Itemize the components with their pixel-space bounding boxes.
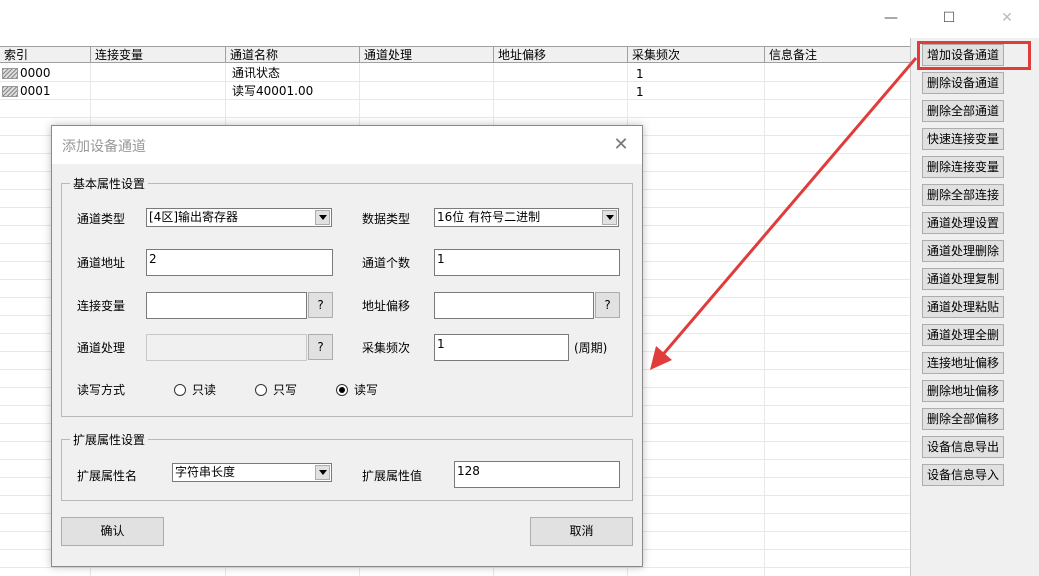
cell-channel-name: 通讯状态 — [232, 66, 281, 80]
address-offset-browse-button[interactable]: ? — [595, 292, 620, 318]
close-icon: ✕ — [1001, 10, 1013, 26]
add-channel-dialog: 添加设备通道 ✕ 基本属性设置 通道类型 [4区]输出寄存器 数据类型 16位 … — [51, 125, 643, 567]
data-type-value: 16位 有符号二进制 — [437, 210, 541, 224]
radio-checked-icon — [336, 384, 348, 396]
radio-unchecked-icon — [255, 384, 267, 396]
data-type-select[interactable]: 16位 有符号二进制 — [434, 208, 619, 227]
channel-type-select[interactable]: [4区]输出寄存器 — [146, 208, 332, 227]
main-window: — ☐ ✕ 索引 连接变量 通道名称 通道处理 地址偏移 采集频次 信息备注 0… — [0, 0, 1039, 576]
acquisition-frequency-label: 采集频次 — [362, 341, 411, 355]
channel-address-label: 通道地址 — [77, 256, 126, 270]
dialog-title: 添加设备通道 — [62, 139, 146, 155]
channel-proc-settings-button[interactable]: 通道处理设置 — [922, 212, 1004, 234]
channel-processing-field — [146, 334, 307, 361]
cell-index: 0000 — [20, 66, 51, 80]
delete-channel-button[interactable]: 删除设备通道 — [922, 72, 1004, 94]
cell-channel-name: 读写40001.00 — [232, 84, 314, 98]
delete-all-offsets-button[interactable]: 删除全部偏移 — [922, 408, 1004, 430]
channel-proc-delete-all-button[interactable]: 通道处理全删 — [922, 324, 1004, 346]
delete-addr-offset-button[interactable]: 删除地址偏移 — [922, 380, 1004, 402]
close-button[interactable]: ✕ — [984, 4, 1030, 32]
cancel-button[interactable]: 取消 — [530, 517, 633, 546]
export-device-info-button[interactable]: 设备信息导出 — [922, 436, 1004, 458]
channel-type-label: 通道类型 — [77, 212, 126, 226]
cell-freq: 1 — [636, 85, 644, 99]
import-device-info-button[interactable]: 设备信息导入 — [922, 464, 1004, 486]
extended-properties-title: 扩展属性设置 — [70, 431, 149, 448]
channel-type-value: [4区]输出寄存器 — [149, 210, 238, 224]
delete-link-var-button[interactable]: 删除连接变量 — [922, 156, 1004, 178]
channel-count-label: 通道个数 — [362, 256, 411, 270]
radio-write-only[interactable]: 只写 — [255, 382, 297, 398]
title-bar: — ☐ ✕ — [0, 0, 1039, 38]
channel-processing-label: 通道处理 — [77, 341, 126, 355]
data-type-label: 数据类型 — [362, 212, 411, 226]
extended-property-value-label: 扩展属性值 — [362, 469, 423, 483]
basic-properties-group: 基本属性设置 通道类型 [4区]输出寄存器 数据类型 16位 有符号二进制 通道… — [61, 175, 633, 417]
chevron-down-icon — [315, 210, 330, 225]
acquisition-frequency-field[interactable]: 1 — [434, 334, 569, 361]
address-offset-label: 地址偏移 — [362, 299, 411, 313]
dialog-close-button[interactable]: ✕ — [608, 132, 634, 158]
extended-property-name-label: 扩展属性名 — [77, 469, 138, 483]
delete-all-links-button[interactable]: 删除全部连接 — [922, 184, 1004, 206]
radio-read-write[interactable]: 读写 — [336, 382, 378, 398]
channel-proc-paste-button[interactable]: 通道处理粘贴 — [922, 296, 1004, 318]
column-header-note[interactable]: 信息备注 — [765, 47, 910, 63]
link-variable-browse-button[interactable]: ? — [308, 292, 333, 318]
column-header-freq[interactable]: 采集频次 — [628, 47, 765, 63]
channel-proc-copy-button[interactable]: 通道处理复制 — [922, 268, 1004, 290]
cell-index: 0001 — [20, 84, 51, 98]
channel-processing-browse-button[interactable]: ? — [308, 334, 333, 360]
extended-property-name-value: 字符串长度 — [175, 465, 236, 479]
link-variable-label: 连接变量 — [77, 299, 126, 313]
maximize-button[interactable]: ☐ — [926, 4, 972, 32]
address-offset-field[interactable] — [434, 292, 594, 319]
delete-all-channels-button[interactable]: 删除全部通道 — [922, 100, 1004, 122]
extended-properties-group: 扩展属性设置 扩展属性名 字符串长度 扩展属性值 128 — [61, 431, 633, 501]
column-header-channel-proc[interactable]: 通道处理 — [360, 47, 494, 63]
quick-link-var-button[interactable]: 快速连接变量 — [922, 128, 1004, 150]
basic-properties-title: 基本属性设置 — [70, 175, 149, 192]
channel-address-field[interactable]: 2 — [146, 249, 333, 276]
extended-property-name-select[interactable]: 字符串长度 — [172, 463, 332, 482]
extended-property-value-field[interactable]: 128 — [454, 461, 620, 488]
chevron-down-icon — [315, 465, 330, 480]
radio-unchecked-icon — [174, 384, 186, 396]
cell-freq: 1 — [636, 67, 644, 81]
radio-read-write-label: 读写 — [354, 383, 379, 397]
side-panel: 增加设备通道 删除设备通道 删除全部通道 快速连接变量 删除连接变量 删除全部连… — [910, 38, 1039, 576]
frequency-unit-label: (周期) — [574, 341, 608, 355]
close-icon: ✕ — [613, 134, 629, 155]
minimize-icon: — — [884, 10, 898, 26]
maximize-icon: ☐ — [942, 10, 956, 26]
read-write-mode-label: 读写方式 — [77, 383, 126, 397]
annotation-highlight-box — [917, 41, 1031, 70]
table-header: 索引 连接变量 通道名称 通道处理 地址偏移 采集频次 信息备注 — [0, 46, 910, 63]
channel-proc-delete-button[interactable]: 通道处理删除 — [922, 240, 1004, 262]
radio-read-only[interactable]: 只读 — [174, 382, 216, 398]
column-header-index[interactable]: 索引 — [0, 47, 91, 63]
column-header-channel-name[interactable]: 通道名称 — [226, 47, 360, 63]
column-header-addr-offset[interactable]: 地址偏移 — [494, 47, 628, 63]
confirm-button[interactable]: 确认 — [61, 517, 164, 546]
radio-write-only-label: 只写 — [273, 383, 298, 397]
column-header-link-var[interactable]: 连接变量 — [91, 47, 226, 63]
link-variable-field[interactable] — [146, 292, 307, 319]
link-addr-offset-button[interactable]: 连接地址偏移 — [922, 352, 1004, 374]
chevron-down-icon — [602, 210, 617, 225]
minimize-button[interactable]: — — [868, 4, 914, 32]
channel-count-field[interactable]: 1 — [434, 249, 620, 276]
dialog-title-bar: 添加设备通道 ✕ — [52, 126, 642, 164]
radio-read-only-label: 只读 — [192, 383, 217, 397]
